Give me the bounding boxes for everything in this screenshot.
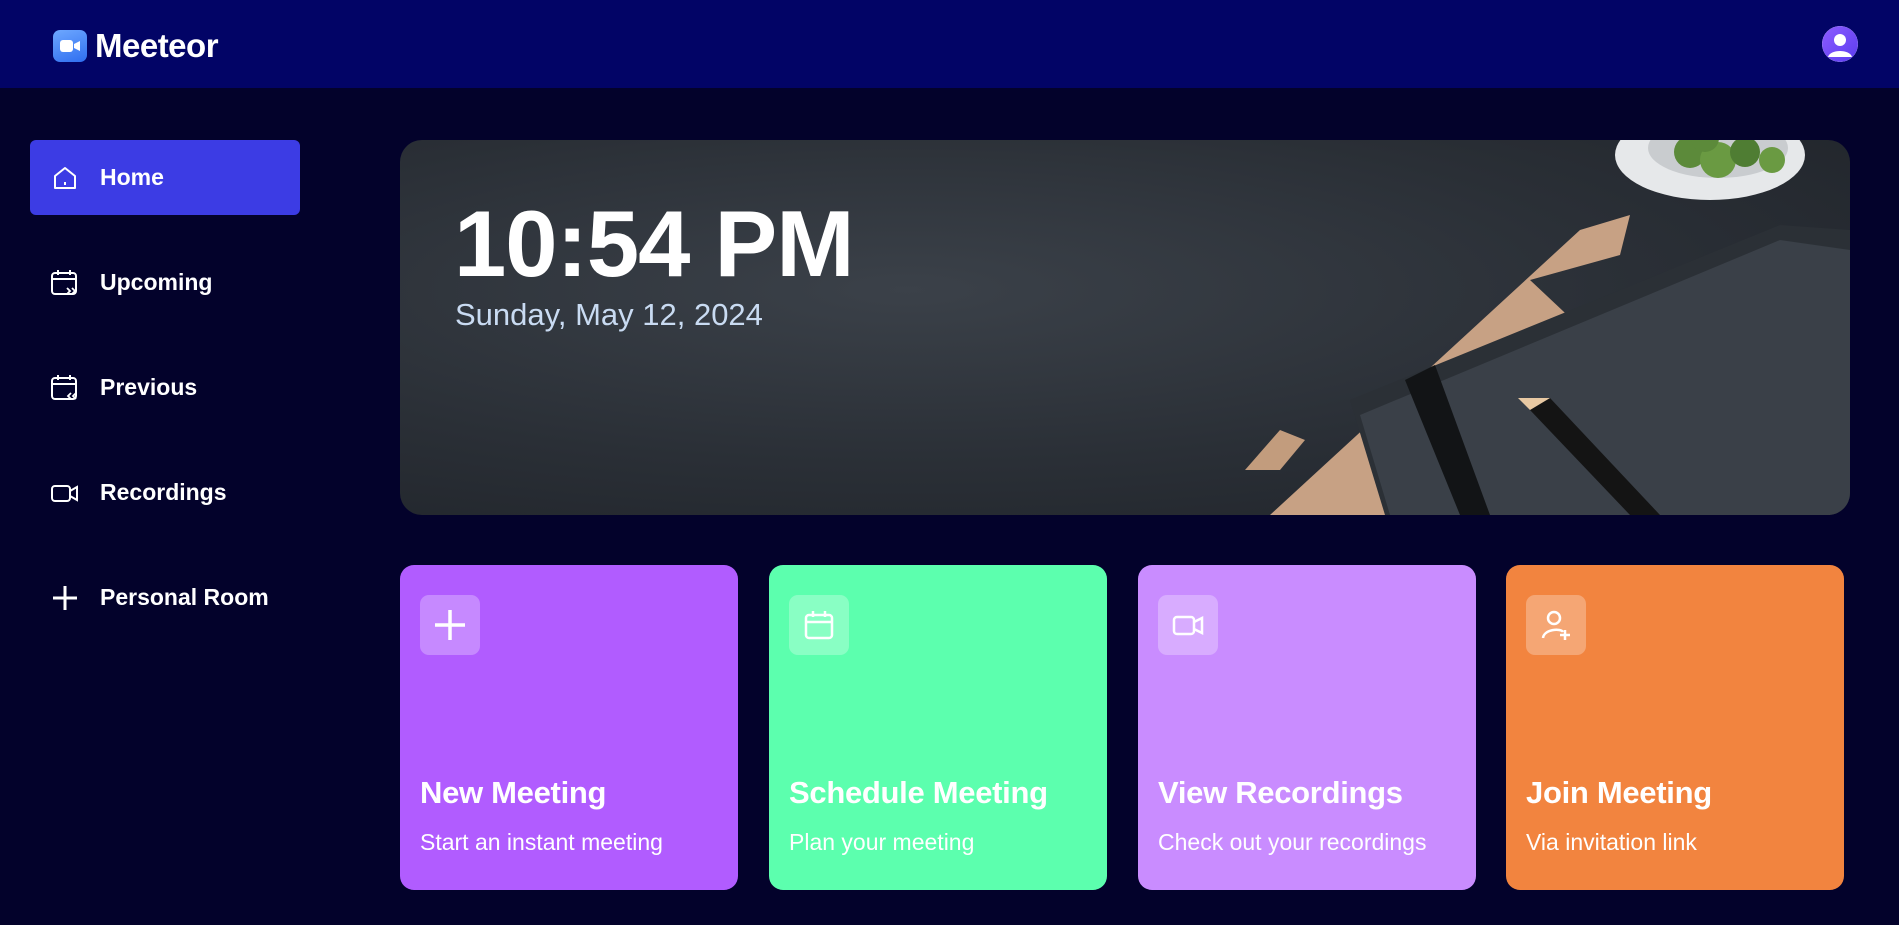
calendar-upcoming-icon <box>50 268 80 298</box>
home-icon <box>50 163 80 193</box>
card-title: Schedule Meeting <box>789 775 1048 810</box>
sidebar-item-label: Recordings <box>100 479 227 505</box>
current-time: 10:54 PM <box>454 191 855 296</box>
current-date: Sunday, May 12, 2024 <box>455 297 763 332</box>
card-subtitle: Via invitation link <box>1526 829 1697 855</box>
sidebar-item-label: Upcoming <box>100 269 213 295</box>
card-subtitle: Start an instant meeting <box>420 829 663 855</box>
video-camera-logo-icon <box>53 30 87 62</box>
app-name: Meeteor <box>95 27 219 64</box>
add-user-icon <box>1526 595 1586 655</box>
schedule-meeting-card[interactable]: Schedule Meeting Plan your meeting <box>769 565 1107 890</box>
sidebar-item-upcoming[interactable]: Upcoming <box>30 245 300 320</box>
hero-banner: 10:54 PM Sunday, May 12, 2024 <box>400 140 1850 515</box>
top-navbar: Meeteor <box>0 0 1899 88</box>
card-title: New Meeting <box>420 775 607 810</box>
sidebar-item-label: Personal Room <box>100 584 269 610</box>
sidebar-item-label: Home <box>100 164 164 190</box>
video-icon <box>50 478 80 508</box>
card-title: View Recordings <box>1158 775 1403 810</box>
plus-icon <box>50 583 80 613</box>
sidebar: Home Upcoming Previous Recordings Person… <box>30 140 300 665</box>
calendar-previous-icon <box>50 373 80 403</box>
sidebar-item-label: Previous <box>100 374 198 400</box>
card-subtitle: Check out your recordings <box>1158 829 1427 855</box>
card-subtitle: Plan your meeting <box>789 829 975 855</box>
plus-icon <box>420 595 480 655</box>
view-recordings-card[interactable]: View Recordings Check out your recording… <box>1138 565 1476 890</box>
sidebar-item-recordings[interactable]: Recordings <box>30 455 300 530</box>
sidebar-item-previous[interactable]: Previous <box>30 350 300 425</box>
join-meeting-card[interactable]: Join Meeting Via invitation link <box>1506 565 1844 890</box>
sidebar-item-personal-room[interactable]: Personal Room <box>30 560 300 635</box>
calendar-icon <box>789 595 849 655</box>
app-logo[interactable]: Meeteor <box>53 27 219 65</box>
video-icon <box>1158 595 1218 655</box>
user-avatar[interactable] <box>1822 26 1858 62</box>
card-title: Join Meeting <box>1526 775 1712 810</box>
action-cards: New Meeting Start an instant meeting Sch… <box>400 565 1845 890</box>
sidebar-item-home[interactable]: Home <box>30 140 300 215</box>
new-meeting-card[interactable]: New Meeting Start an instant meeting <box>400 565 738 890</box>
